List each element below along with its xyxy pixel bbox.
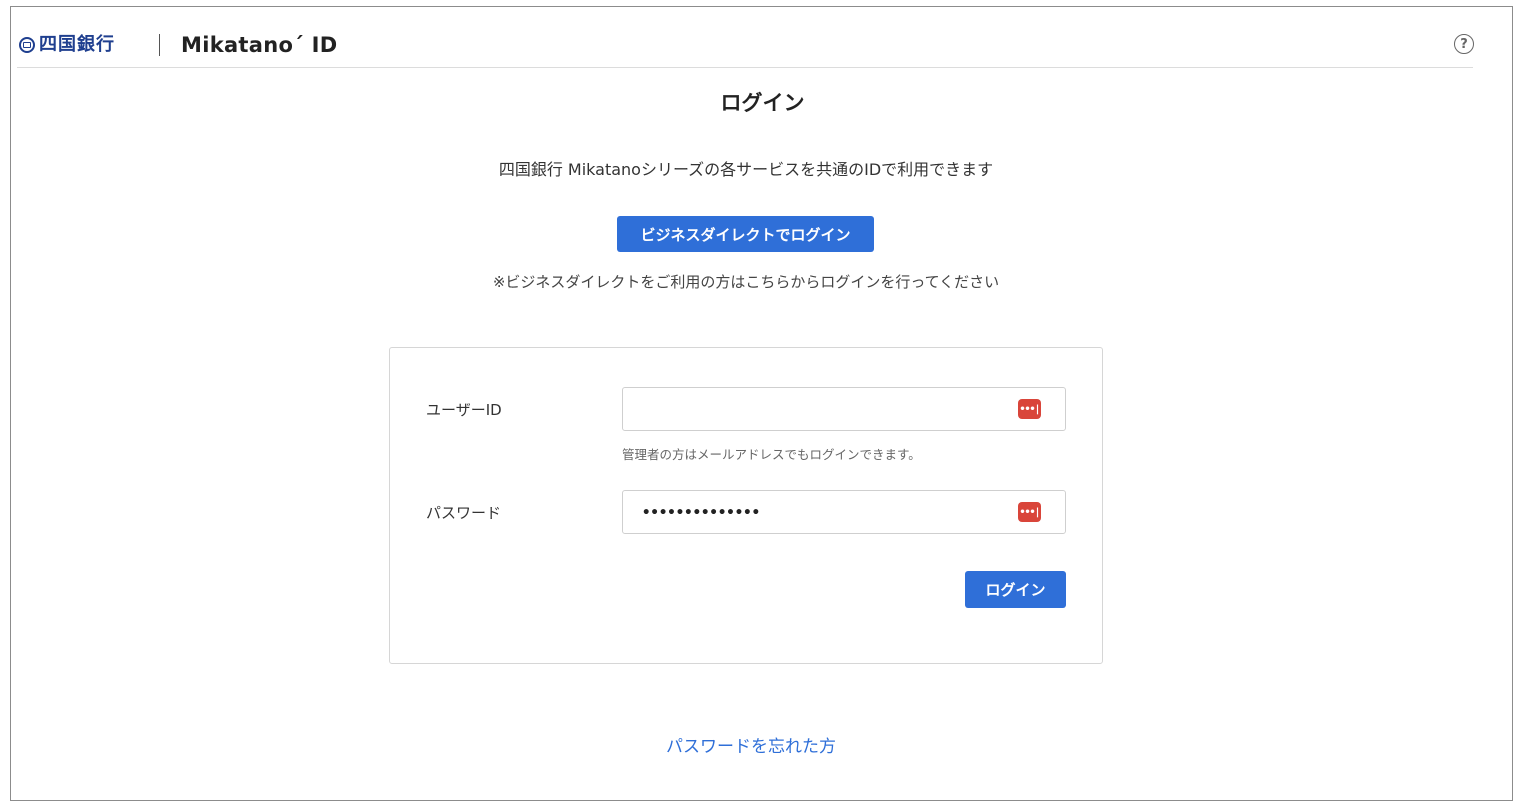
user-id-hint: 管理者の方はメールアドレスでもログインできます。 [622, 447, 921, 462]
business-direct-login-button[interactable]: ビジネスダイレクトでログイン [617, 216, 874, 252]
user-id-input[interactable] [623, 388, 1039, 430]
business-direct-note: ※ビジネスダイレクトをご利用の方はこちらからログインを行ってください [492, 273, 1000, 291]
page-subtitle: 四国銀行 Mikatanoシリーズの各サービスを共通のIDで利用できます [498, 160, 994, 179]
login-form: ユーザーID •••| 管理者の方はメールアドレスでもログインできます。 パスワ… [389, 347, 1103, 664]
header-divider [159, 34, 160, 56]
password-masked-value: •••••••••••••• [642, 505, 761, 521]
password-field[interactable]: •••••••••••••• •••| [622, 490, 1066, 534]
login-page: 四国銀行 Mikatano´ ID ? ログイン 四国銀行 Mikatanoシリ… [10, 6, 1513, 801]
password-manager-icon[interactable]: •••| [1018, 399, 1041, 419]
password-label: パスワード [426, 504, 502, 522]
bank-name: 四国銀行 [39, 34, 115, 55]
user-id-field-box: •••| [622, 387, 1066, 431]
help-icon[interactable]: ? [1454, 34, 1474, 54]
page-title: ログイン [720, 91, 805, 115]
forgot-password-link[interactable]: パスワードを忘れた方 [11, 732, 1491, 757]
bank-logo: 四国銀行 [19, 35, 115, 55]
mikatano-id-logo: Mikatano´ ID [181, 33, 338, 57]
bank-emblem-icon [19, 37, 35, 53]
header: 四国銀行 Mikatano´ ID ? [17, 7, 1474, 68]
user-id-label: ユーザーID [426, 401, 502, 419]
password-manager-icon[interactable]: •••| [1018, 502, 1041, 522]
login-button[interactable]: ログイン [965, 571, 1066, 608]
